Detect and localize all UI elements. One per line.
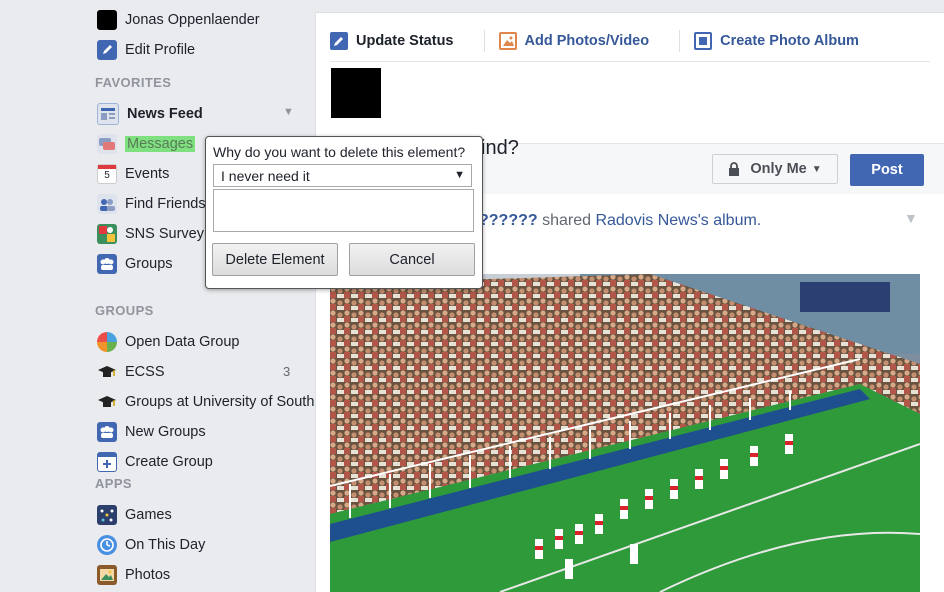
groups-at-university-label: Groups at University of Southampton <box>125 394 315 410</box>
globe-icon <box>97 332 117 352</box>
sidebar-item-create-group[interactable]: Create Group <box>97 450 213 474</box>
graduation-cap-icon <box>97 392 117 412</box>
games-label: Games <box>125 507 172 523</box>
groups-header: GROUPS <box>95 303 154 318</box>
photos-label: Photos <box>125 567 171 583</box>
album-icon <box>694 32 713 50</box>
news-feed-icon <box>97 103 119 125</box>
groups-icon <box>97 254 117 274</box>
graduation-cap-icon <box>97 362 117 382</box>
post-button[interactable]: Post <box>850 154 924 186</box>
find-friends-label: Find Friends <box>125 196 206 212</box>
story-author[interactable]: ?????? <box>479 212 538 229</box>
games-icon <box>97 505 117 525</box>
groups-label: Groups <box>125 256 173 272</box>
edit-profile-link[interactable]: Edit Profile <box>97 38 195 62</box>
story-photo[interactable] <box>330 274 920 592</box>
chevron-down-icon[interactable]: ▼ <box>283 106 294 118</box>
on-this-day-icon <box>97 535 117 555</box>
sidebar-item-sns-survey[interactable]: SNS Survey <box>97 222 204 246</box>
sidebar-item-find-friends[interactable]: Find Friends <box>97 192 206 216</box>
delete-reason-select[interactable]: I never need it ▼ <box>213 164 472 187</box>
tab-divider <box>679 30 681 52</box>
news-feed-label: News Feed <box>127 106 203 122</box>
story-header: ?????? shared Radovis News's album. <box>479 212 761 230</box>
delete-reason-selected: I never need it <box>221 167 310 184</box>
tab-update-status-label: Update Status <box>356 33 454 49</box>
left-sidebar: Jonas Oppenlaender Edit Profile FAVORITE… <box>0 0 315 592</box>
find-friends-icon <box>97 194 117 214</box>
calendar-icon-day: 5 <box>104 170 110 181</box>
tab-create-photo-album-label: Create Photo Album <box>720 33 859 49</box>
pencil-icon <box>97 40 117 60</box>
privacy-label: Only Me <box>750 161 807 177</box>
delete-reason-question: Why do you want to delete this element? <box>213 144 466 160</box>
calendar-icon: 5 <box>97 164 117 184</box>
delete-element-button[interactable]: Delete Element <box>212 243 338 276</box>
sidebar-item-open-data-group[interactable]: Open Data Group <box>97 330 239 354</box>
tab-divider <box>483 30 485 52</box>
create-group-label: Create Group <box>125 454 213 470</box>
dropdown-arrow-icon: ▼ <box>454 169 465 181</box>
favorites-header: FAVORITES <box>95 75 172 90</box>
new-groups-label: New Groups <box>125 424 206 440</box>
tab-add-photos-video[interactable]: Add Photos/Video <box>498 29 666 53</box>
profile-avatar <box>97 10 117 30</box>
privacy-selector[interactable]: Only Me ▼ <box>712 154 838 184</box>
gym-crowd-photo <box>330 274 920 592</box>
survey-icon <box>97 224 117 244</box>
sns-survey-label: SNS Survey <box>125 226 204 242</box>
photo-icon <box>498 32 517 50</box>
messages-label: Messages <box>125 136 196 152</box>
chevron-down-icon: ▼ <box>811 163 822 175</box>
tab-create-photo-album[interactable]: Create Photo Album <box>694 29 875 53</box>
pencil-icon <box>330 32 348 50</box>
ecss-label: ECSS <box>125 364 165 380</box>
tab-add-photos-video-label: Add Photos/Video <box>524 33 650 49</box>
sidebar-item-groups-at-university[interactable]: Groups at University of Southampton <box>97 390 315 414</box>
composer-prompt[interactable]: ind? <box>481 137 519 160</box>
groups-icon <box>97 422 117 442</box>
sidebar-item-messages[interactable]: Messages <box>97 132 196 156</box>
profile-link[interactable]: Jonas Oppenlaender <box>97 8 260 32</box>
delete-element-popup: Why do you want to delete this element? … <box>205 136 483 289</box>
chevron-down-icon[interactable]: ▼ <box>904 210 918 226</box>
profile-name: Jonas Oppenlaender <box>125 12 260 28</box>
story-suffix[interactable]: 's album. <box>698 212 762 229</box>
story-page-link[interactable]: Radovis News <box>595 212 697 229</box>
messages-icon <box>97 134 117 154</box>
open-data-group-label: Open Data Group <box>125 334 240 350</box>
create-group-icon <box>97 452 117 472</box>
on-this-day-label: On This Day <box>125 537 206 553</box>
sidebar-item-new-groups[interactable]: New Groups <box>97 420 206 444</box>
composer-avatar <box>331 68 381 118</box>
photos-icon <box>97 565 117 585</box>
sidebar-item-groups[interactable]: Groups <box>97 252 173 276</box>
events-label: Events <box>125 166 170 182</box>
tab-update-status[interactable]: Update Status <box>330 29 470 53</box>
composer-tabs: Update Status Add Photos/Video Create Ph… <box>330 21 930 62</box>
sidebar-item-ecss[interactable]: ECSS <box>97 360 165 384</box>
ecss-count-badge: 3 <box>283 364 291 379</box>
sidebar-item-events[interactable]: 5 Events <box>97 162 169 186</box>
cancel-button[interactable]: Cancel <box>349 243 475 276</box>
edit-profile-label: Edit Profile <box>125 42 196 58</box>
apps-header: APPS <box>95 476 133 491</box>
delete-reason-textarea[interactable] <box>213 189 474 232</box>
story-action: shared <box>537 212 596 229</box>
sidebar-item-games[interactable]: Games <box>97 503 172 527</box>
lock-icon <box>729 162 740 176</box>
sidebar-item-photos[interactable]: Photos <box>97 563 170 587</box>
sidebar-item-on-this-day[interactable]: On This Day <box>97 533 205 557</box>
sidebar-item-news-feed[interactable]: News Feed ▼ <box>97 102 294 126</box>
